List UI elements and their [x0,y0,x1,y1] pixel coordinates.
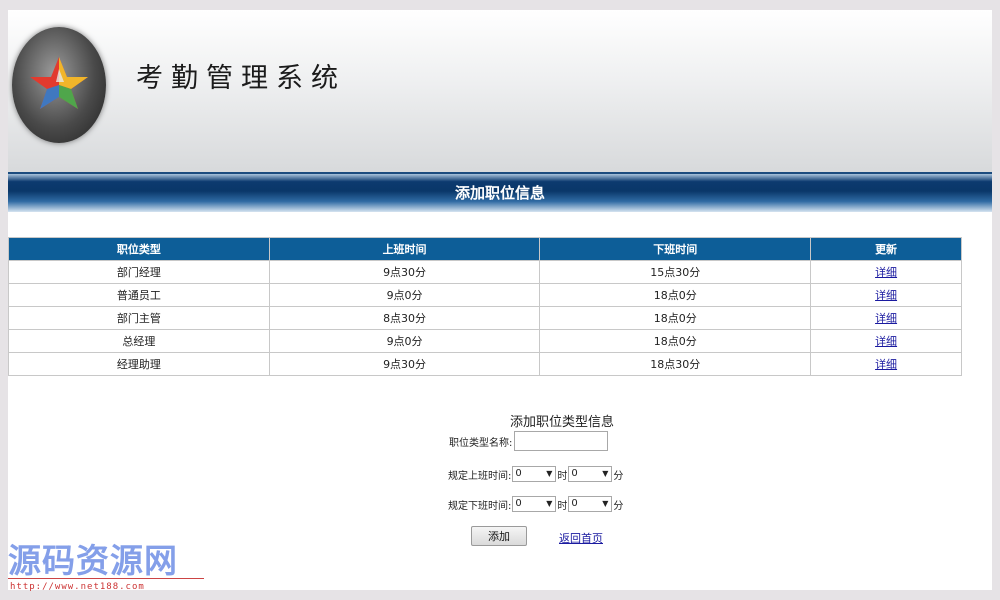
page-frame: 考勤管理系统 添加职位信息 职位类型 上班时间 下班时间 更新 部门经理 9点3… [8,10,992,590]
dropdown-arrow-icon: ▼ [546,499,553,508]
cell-start-time: 9点30分 [268,260,541,284]
name-row: 职位类型名称: [449,431,609,451]
table-row: 经理助理 9点30分 18点30分 详细 [8,352,962,376]
detail-link[interactable]: 详细 [875,289,897,302]
cell-action: 详细 [810,352,962,376]
cell-action: 详细 [810,329,962,353]
cell-start-time: 9点0分 [268,329,541,353]
star-logo-icon [12,27,106,143]
start-hour-select[interactable]: 0 ▼ [512,466,557,482]
hour-unit: 时 [557,500,568,512]
table-row: 总经理 9点0分 18点0分 详细 [8,329,962,353]
header-banner: 考勤管理系统 [8,10,992,174]
start-minute-select[interactable]: 0 ▼ [568,466,613,482]
position-table: 职位类型 上班时间 下班时间 更新 部门经理 9点30分 15点30分 详细 普… [8,237,962,376]
detail-link[interactable]: 详细 [875,266,897,279]
column-header: 更新 [810,237,962,261]
dropdown-arrow-icon: ▼ [602,469,609,478]
cell-start-time: 9点0分 [268,283,541,307]
table-header-row: 职位类型 上班时间 下班时间 更新 [8,237,962,261]
end-time-row: 规定下班时间: 0 ▼ 时 0 ▼ 分 [448,496,623,512]
back-home-link[interactable]: 返回首页 [559,530,603,546]
dropdown-arrow-icon: ▼ [602,499,609,508]
start-time-label: 规定上班时间: [448,470,512,482]
cell-position-type: 经理助理 [8,352,270,376]
column-header: 上班时间 [268,237,541,261]
section-header: 添加职位信息 [8,172,992,212]
dropdown-arrow-icon: ▼ [546,469,553,478]
hour-unit: 时 [557,470,568,482]
name-label: 职位类型名称: [449,437,513,449]
end-hour-select[interactable]: 0 ▼ [512,496,557,512]
cell-start-time: 8点30分 [268,306,541,330]
cell-position-type: 普通员工 [8,283,270,307]
table-row: 部门经理 9点30分 15点30分 详细 [8,260,962,284]
watermark-text: 源码资源网 [8,541,178,580]
cell-position-type: 总经理 [8,329,270,353]
cell-end-time: 18点0分 [539,329,812,353]
cell-end-time: 18点30分 [539,352,812,376]
cell-end-time: 15点30分 [539,260,812,284]
cell-position-type: 部门主管 [8,306,270,330]
cell-action: 详细 [810,260,962,284]
watermark-url: http://www.net188.com [10,582,145,592]
cell-action: 详细 [810,306,962,330]
section-title: 添加职位信息 [454,184,545,202]
table-row: 普通员工 9点0分 18点0分 详细 [8,283,962,307]
start-time-row: 规定上班时间: 0 ▼ 时 0 ▼ 分 [448,466,623,482]
watermark-divider [8,578,204,579]
table-row: 部门主管 8点30分 18点0分 详细 [8,306,962,330]
cell-action: 详细 [810,283,962,307]
position-name-input[interactable] [514,431,609,451]
cell-end-time: 18点0分 [539,283,812,307]
form-title: 添加职位类型信息 [510,415,615,430]
detail-link[interactable]: 详细 [875,358,897,371]
cell-start-time: 9点30分 [268,352,541,376]
end-minute-select[interactable]: 0 ▼ [568,496,613,512]
cell-end-time: 18点0分 [539,306,812,330]
minute-unit: 分 [613,500,624,512]
app-title: 考勤管理系统 [136,63,346,94]
add-button[interactable]: 添加 [471,526,527,546]
cell-position-type: 部门经理 [8,260,270,284]
end-time-label: 规定下班时间: [448,500,512,512]
minute-unit: 分 [613,470,624,482]
detail-link[interactable]: 详细 [875,335,897,348]
detail-link[interactable]: 详细 [875,312,897,325]
column-header: 职位类型 [8,237,270,261]
column-header: 下班时间 [539,237,812,261]
